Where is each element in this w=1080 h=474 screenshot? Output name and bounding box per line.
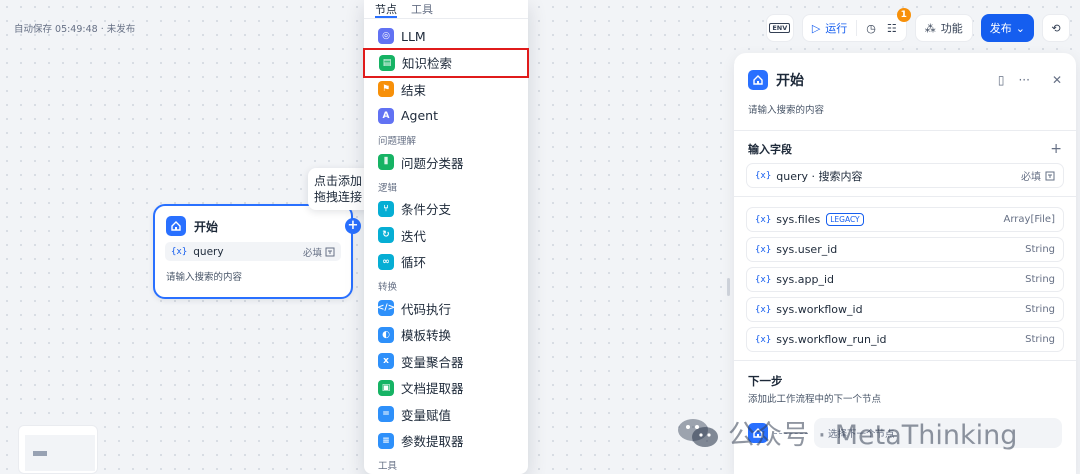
next-step-title: 下一步 <box>748 374 783 388</box>
chevron-down-icon: ⌄ <box>1015 21 1025 35</box>
run-group: ▷ 运行 ◷ ☷ 1 <box>801 8 911 42</box>
tab-tools[interactable]: 工具 <box>411 0 433 18</box>
clock-icon: ◷ <box>866 21 876 35</box>
minimap[interactable] <box>18 425 98 474</box>
group-tools: 工具 <box>378 461 398 472</box>
group-logic: 逻辑 <box>378 182 398 194</box>
sys-var-app-id: {x} sys.app_id String <box>746 267 1064 292</box>
variable-icon: {x} <box>755 304 772 315</box>
watermark: 公众号 · MetaThinking <box>676 413 1017 452</box>
text-input-icon <box>1045 171 1055 180</box>
menu-item-iteration[interactable]: ↻ 迭代 <box>364 222 528 249</box>
sys-var-workflow-id: {x} sys.workflow_id String <box>746 297 1064 322</box>
add-next-node-button[interactable]: + <box>345 218 361 234</box>
menu-item-template[interactable]: ◐ 模板转换 <box>364 322 528 349</box>
history-icon: ⟲ <box>1051 21 1061 35</box>
variable-icon: {x} <box>755 274 772 285</box>
menu-item-loop[interactable]: ∞ 循环 <box>364 249 528 276</box>
block-selector-menu: 节点 工具 ◎ LLM ▤ 知识检索 ⚑ 结束 A Agent 问题理解 ⫴ 问… <box>363 0 529 474</box>
env-icon: ENV <box>769 23 791 33</box>
knowledge-retrieval-icon: ▤ <box>379 54 395 71</box>
required-label: 必填 <box>303 245 335 259</box>
legacy-badge: LEGACY <box>826 213 864 226</box>
sys-var-user-id: {x} sys.user_id String <box>746 237 1064 262</box>
llm-icon: ◎ <box>378 28 394 45</box>
input-fields-label: 输入字段 <box>748 143 792 156</box>
menu-item-variable-aggregator[interactable]: x 变量聚合器 <box>364 348 528 375</box>
menu-item-doc-extractor[interactable]: ▣ 文档提取器 <box>364 375 528 402</box>
variable-icon: {x} <box>755 214 772 225</box>
loop-icon: ∞ <box>378 253 394 270</box>
wechat-icon <box>678 418 718 447</box>
assigner-icon: = <box>378 406 394 423</box>
menu-item-end[interactable]: ⚑ 结束 <box>364 76 528 103</box>
menu-item-if-else[interactable]: ⑂ 条件分支 <box>364 196 528 223</box>
question-classifier-icon: ⫴ <box>378 154 394 171</box>
workflow-canvas[interactable]: { "status": { "autosave": "自动保存 05:49:48… <box>0 0 1080 474</box>
autosave-status: 自动保存 05:49:48 · 未发布 <box>14 24 136 35</box>
node-description: 请输入搜索的内容 <box>166 272 243 283</box>
home-icon <box>166 216 186 236</box>
add-node-tooltip: 点击添加 拖拽连接 <box>308 168 368 210</box>
run-button[interactable]: ▷ 运行 <box>803 15 856 41</box>
panel-description[interactable]: 请输入搜索的内容 <box>734 93 1076 131</box>
variable-icon: {x} <box>755 170 772 181</box>
version-history-button[interactable]: ⟲ <box>1042 14 1070 42</box>
code-icon: </> <box>377 300 395 317</box>
workflow-toolbar: ENV ▷ 运行 ◷ ☷ 1 ⁂ 功能 发布 ⌄ ⟲ <box>765 8 1070 42</box>
node-settings-panel: 开始 ▯ ··· ✕ 请输入搜索的内容 输入字段 + {x} query · 搜… <box>734 53 1076 474</box>
if-else-icon: ⑂ <box>378 200 394 217</box>
play-icon: ▷ <box>811 21 821 35</box>
variable-icon: {x} <box>171 246 188 257</box>
agent-icon: A <box>378 107 394 124</box>
features-icon: ⁂ <box>924 21 936 35</box>
home-icon <box>748 70 768 90</box>
text-input-icon <box>325 247 335 256</box>
variable-icon: {x} <box>755 334 772 345</box>
iteration-icon: ↻ <box>378 227 394 244</box>
menu-item-knowledge-retrieval[interactable]: ▤ 知识检索 <box>363 47 529 78</box>
menu-item-parameter-extractor[interactable]: ≡ 参数提取器 <box>364 428 528 455</box>
close-icon[interactable]: ✕ <box>1052 73 1062 87</box>
group-transform: 转换 <box>378 282 398 293</box>
env-button[interactable]: ENV <box>765 14 794 42</box>
menu-item-llm[interactable]: ◎ LLM <box>364 23 528 50</box>
checklist-badge: 1 <box>896 8 911 22</box>
variable-icon: {x} <box>755 244 772 255</box>
variable-name: query <box>193 245 224 258</box>
features-button[interactable]: ⁂ 功能 <box>914 14 973 42</box>
publish-button[interactable]: 发布 ⌄ <box>980 14 1034 42</box>
menu-item-code[interactable]: </> 代码执行 <box>364 295 528 322</box>
end-icon: ⚑ <box>378 81 394 98</box>
panel-resize-handle[interactable] <box>727 278 730 296</box>
template-icon: ◐ <box>378 326 394 343</box>
tab-nodes[interactable]: 节点 <box>375 0 397 18</box>
variable-aggregator-icon: x <box>378 353 394 370</box>
run-history-button[interactable]: ◷ <box>857 15 885 41</box>
doc-extractor-icon: ▣ <box>378 379 394 396</box>
checklist-icon: ☷ <box>886 21 897 35</box>
more-icon[interactable]: ··· <box>1018 73 1029 87</box>
parameter-extractor-icon: ≡ <box>378 432 394 449</box>
help-book-icon[interactable]: ▯ <box>998 73 1005 87</box>
node-variable: {x} query 必填 <box>165 242 341 261</box>
panel-title[interactable]: 开始 <box>776 70 804 90</box>
sys-var-workflow-run-id: {x} sys.workflow_run_id String <box>746 327 1064 352</box>
menu-item-agent[interactable]: A Agent <box>364 103 528 130</box>
menu-item-question-classifier[interactable]: ⫴ 问题分类器 <box>364 149 528 176</box>
menu-item-assigner[interactable]: = 变量赋值 <box>364 401 528 428</box>
add-field-icon[interactable]: + <box>1050 141 1062 157</box>
group-question-understanding: 问题理解 <box>378 136 417 147</box>
next-step-description: 添加此工作流程中的下一个节点 <box>748 394 882 405</box>
sys-var-files: {x} sys.files LEGACY Array[File] <box>746 207 1064 232</box>
input-field-query[interactable]: {x} query · 搜索内容 必填 <box>746 163 1064 188</box>
node-title: 开始 <box>194 219 219 234</box>
start-node[interactable]: 开始 {x} query 必填 请输入搜索的内容 + <box>153 204 361 299</box>
checklist-button[interactable]: ☷ 1 <box>885 8 911 41</box>
